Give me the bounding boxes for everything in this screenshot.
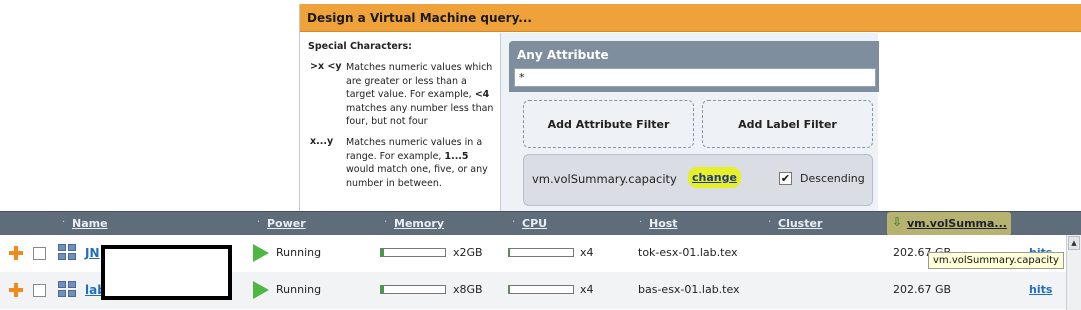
add-label-filter-button[interactable]: Add Label Filter	[702, 100, 873, 148]
vm-icon	[58, 244, 78, 262]
column-header-host[interactable]: Host	[649, 217, 678, 230]
vertical-scrollbar[interactable]: ▲	[1066, 235, 1081, 310]
host-value: tok-esx-01.lab.tex	[638, 246, 738, 259]
memory-bar	[380, 285, 446, 294]
cpu-bar	[508, 248, 574, 257]
memory-value: x8GB	[453, 283, 483, 296]
descending-label: Descending	[800, 172, 865, 185]
hits-link[interactable]: hits	[1029, 283, 1052, 296]
help-title: Special Characters:	[308, 41, 412, 52]
sort-field-label: vm.volSummary.capacity	[532, 172, 677, 186]
help-symbol: x...y	[310, 135, 334, 147]
any-attribute-input[interactable]: *	[514, 68, 876, 87]
vm-icon	[58, 281, 78, 299]
column-sort-handle: ·	[62, 217, 66, 228]
running-play-icon	[253, 244, 269, 262]
column-header-cluster[interactable]: Cluster	[778, 217, 822, 230]
cpu-bar-fill	[509, 249, 511, 256]
memory-value: x2GB	[453, 246, 483, 259]
help-description: Matches numeric values in a range. For e…	[346, 136, 488, 189]
add-attribute-filter-button[interactable]: Add Attribute Filter	[523, 100, 694, 148]
descending-checkbox[interactable]: ✔	[779, 172, 792, 185]
any-attribute-title: Any Attribute	[517, 48, 609, 62]
change-sort-link[interactable]: change	[688, 167, 741, 188]
column-header-power[interactable]: Power	[267, 217, 306, 230]
column-header-capacity[interactable]: ⇩ vm.volSumma...	[887, 212, 1011, 236]
sort-descending-icon: ⇩	[892, 215, 903, 229]
vm-query-screen: Design a Virtual Machine query... Specia…	[0, 0, 1081, 310]
sort-box: vm.volSummary.capacity change ✔ Descendi…	[523, 154, 873, 206]
cpu-bar-fill	[509, 286, 511, 293]
redaction-box	[101, 245, 232, 300]
help-symbol: >x <y	[310, 61, 342, 72]
cpu-value: x4	[580, 283, 594, 296]
expand-plus-icon[interactable]	[9, 283, 23, 297]
column-header-memory[interactable]: Memory	[394, 217, 444, 230]
column-sort-handle: ·	[768, 217, 772, 228]
power-status: Running	[276, 283, 322, 296]
any-attribute-box: Any Attribute *	[509, 41, 879, 92]
help-description: Matches numeric values which are greater…	[346, 62, 494, 128]
row-checkbox[interactable]	[33, 247, 46, 260]
help-item: x...y Matches numeric values in a range.…	[308, 136, 499, 190]
column-header-name[interactable]: Name	[72, 217, 108, 230]
running-play-icon	[253, 281, 269, 299]
power-status: Running	[276, 246, 322, 259]
query-dialog: Design a Virtual Machine query... Specia…	[299, 4, 1081, 212]
column-sort-handle: ·	[384, 217, 388, 228]
column-sort-handle: ·	[257, 217, 261, 228]
help-panel: Special Characters: >x <y Matches numeri…	[300, 33, 499, 212]
column-header-cpu[interactable]: CPU	[522, 217, 547, 230]
filter-panel: Any Attribute * Add Attribute Filter Add…	[500, 33, 879, 212]
memory-bar	[380, 248, 446, 257]
host-value: bas-esx-01.lab.tex	[638, 283, 740, 296]
cpu-bar	[508, 285, 574, 294]
dialog-title: Design a Virtual Machine query...	[300, 4, 1081, 32]
capacity-value: 202.67 GB	[893, 283, 952, 296]
cpu-value: x4	[580, 246, 594, 259]
capacity-tooltip: vm.volSummary.capacity	[928, 252, 1064, 269]
expand-plus-icon[interactable]	[9, 246, 23, 260]
memory-bar-fill	[381, 249, 385, 256]
memory-bar-fill	[381, 286, 385, 293]
help-item: >x <y Matches numeric values which are g…	[308, 61, 499, 129]
grid-header: · Name · Power · Memory · CPU · Host · C…	[0, 211, 1081, 236]
column-sort-handle: ·	[639, 217, 643, 228]
column-sort-handle: ·	[512, 217, 516, 228]
vm-name-link[interactable]: JN	[85, 246, 100, 260]
column-header-capacity-label: vm.volSumma...	[907, 217, 1007, 230]
row-checkbox[interactable]	[33, 284, 46, 297]
scroll-up-arrow-icon[interactable]: ▲	[1068, 236, 1080, 250]
